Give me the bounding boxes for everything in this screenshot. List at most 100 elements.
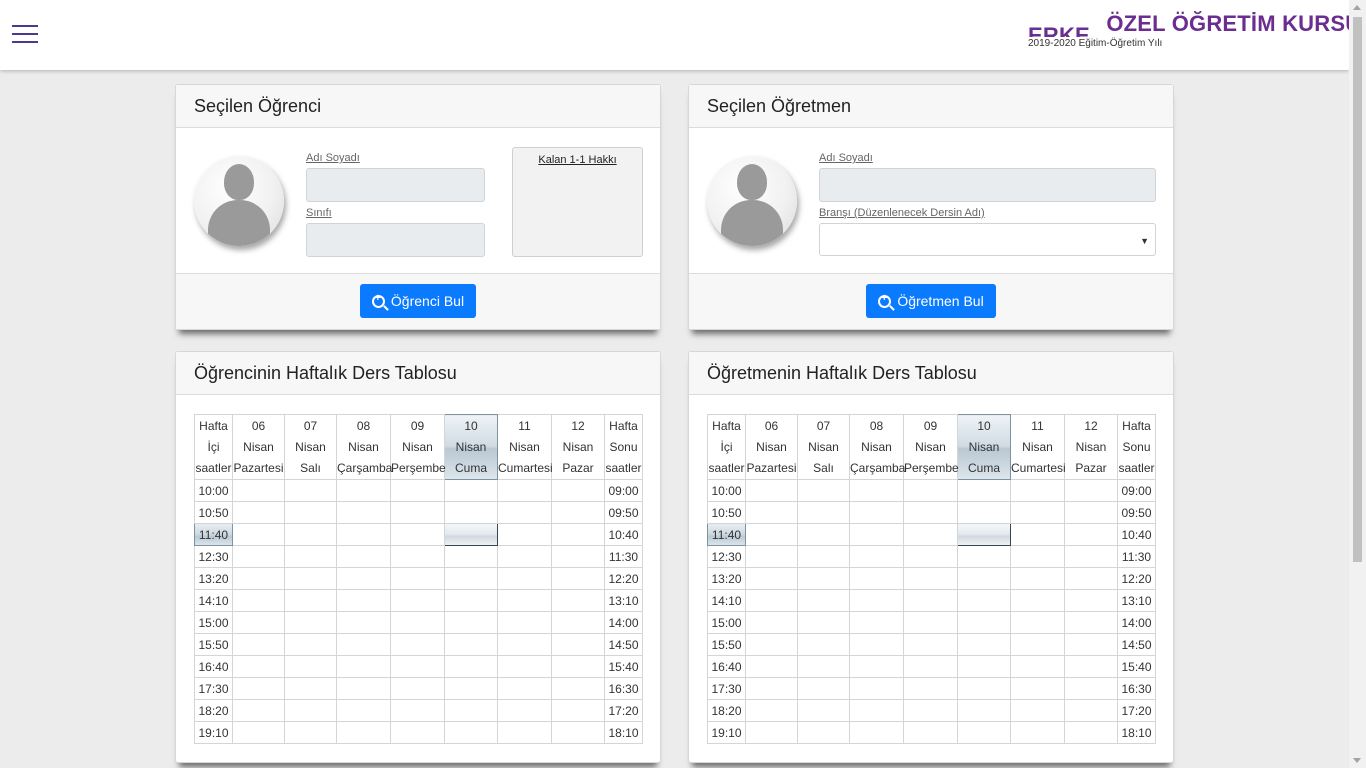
schedule-slot[interactable] bbox=[336, 721, 391, 744]
schedule-slot[interactable] bbox=[797, 611, 850, 634]
schedule-slot[interactable] bbox=[390, 545, 445, 568]
schedule-slot[interactable] bbox=[284, 721, 337, 744]
find-student-button[interactable]: Öğrenci Bul bbox=[360, 284, 476, 318]
schedule-slot[interactable] bbox=[903, 501, 958, 524]
schedule-slot[interactable] bbox=[849, 633, 904, 656]
schedule-slot[interactable] bbox=[551, 633, 605, 656]
schedule-slot[interactable] bbox=[390, 677, 445, 700]
schedule-slot[interactable] bbox=[745, 633, 798, 656]
schedule-slot[interactable] bbox=[1010, 633, 1065, 656]
schedule-slot[interactable] bbox=[1064, 545, 1118, 568]
schedule-slot[interactable] bbox=[745, 677, 798, 700]
schedule-slot[interactable] bbox=[444, 699, 498, 722]
schedule-slot[interactable] bbox=[1010, 721, 1065, 744]
schedule-slot[interactable] bbox=[336, 611, 391, 634]
schedule-slot[interactable] bbox=[1010, 479, 1065, 502]
schedule-slot[interactable] bbox=[797, 501, 850, 524]
schedule-slot[interactable] bbox=[903, 677, 958, 700]
schedule-slot[interactable] bbox=[1064, 479, 1118, 502]
schedule-slot[interactable] bbox=[957, 677, 1011, 700]
schedule-slot[interactable] bbox=[957, 699, 1011, 722]
schedule-slot[interactable] bbox=[284, 567, 337, 590]
schedule-slot[interactable] bbox=[1064, 501, 1118, 524]
schedule-slot[interactable] bbox=[1064, 611, 1118, 634]
schedule-slot[interactable] bbox=[232, 721, 285, 744]
schedule-slot[interactable] bbox=[232, 633, 285, 656]
schedule-slot[interactable] bbox=[444, 655, 498, 678]
schedule-slot[interactable] bbox=[1064, 655, 1118, 678]
schedule-slot[interactable] bbox=[745, 545, 798, 568]
schedule-slot[interactable] bbox=[551, 699, 605, 722]
schedule-slot[interactable] bbox=[745, 699, 798, 722]
page-scrollbar[interactable] bbox=[1349, 0, 1366, 768]
schedule-slot[interactable] bbox=[390, 655, 445, 678]
schedule-slot[interactable] bbox=[390, 523, 445, 546]
schedule-slot[interactable] bbox=[957, 501, 1011, 524]
schedule-slot[interactable] bbox=[284, 501, 337, 524]
schedule-slot[interactable] bbox=[551, 523, 605, 546]
schedule-slot[interactable] bbox=[551, 677, 605, 700]
schedule-slot[interactable] bbox=[444, 545, 498, 568]
schedule-slot[interactable] bbox=[797, 589, 850, 612]
menu-icon[interactable] bbox=[12, 25, 39, 45]
schedule-slot[interactable] bbox=[336, 567, 391, 590]
schedule-slot[interactable] bbox=[336, 633, 391, 656]
schedule-slot[interactable] bbox=[444, 589, 498, 612]
schedule-slot[interactable] bbox=[1064, 721, 1118, 744]
schedule-slot[interactable] bbox=[797, 677, 850, 700]
schedule-slot[interactable] bbox=[745, 589, 798, 612]
schedule-slot[interactable] bbox=[1010, 611, 1065, 634]
schedule-slot[interactable] bbox=[849, 611, 904, 634]
schedule-slot[interactable] bbox=[444, 523, 498, 546]
schedule-slot[interactable] bbox=[284, 523, 337, 546]
schedule-slot[interactable] bbox=[797, 567, 850, 590]
schedule-slot[interactable] bbox=[390, 567, 445, 590]
schedule-slot[interactable] bbox=[1064, 677, 1118, 700]
find-teacher-button[interactable]: Öğretmen Bul bbox=[866, 284, 996, 318]
schedule-slot[interactable] bbox=[336, 545, 391, 568]
scroll-up-icon[interactable] bbox=[1353, 5, 1361, 10]
schedule-slot[interactable] bbox=[390, 479, 445, 502]
schedule-slot[interactable] bbox=[232, 655, 285, 678]
schedule-slot[interactable] bbox=[849, 589, 904, 612]
schedule-slot[interactable] bbox=[284, 479, 337, 502]
schedule-slot[interactable] bbox=[797, 479, 850, 502]
schedule-slot[interactable] bbox=[903, 633, 958, 656]
schedule-slot[interactable] bbox=[232, 611, 285, 634]
schedule-slot[interactable] bbox=[497, 611, 552, 634]
schedule-slot[interactable] bbox=[284, 545, 337, 568]
schedule-slot[interactable] bbox=[444, 479, 498, 502]
schedule-slot[interactable] bbox=[390, 633, 445, 656]
schedule-slot[interactable] bbox=[551, 655, 605, 678]
schedule-slot[interactable] bbox=[284, 699, 337, 722]
schedule-slot[interactable] bbox=[232, 523, 285, 546]
schedule-slot[interactable] bbox=[497, 721, 552, 744]
schedule-slot[interactable] bbox=[1064, 633, 1118, 656]
schedule-slot[interactable] bbox=[849, 523, 904, 546]
schedule-slot[interactable] bbox=[497, 501, 552, 524]
schedule-slot[interactable] bbox=[551, 501, 605, 524]
schedule-slot[interactable] bbox=[232, 567, 285, 590]
schedule-slot[interactable] bbox=[1010, 677, 1065, 700]
schedule-slot[interactable] bbox=[551, 611, 605, 634]
schedule-slot[interactable] bbox=[903, 545, 958, 568]
schedule-slot[interactable] bbox=[957, 479, 1011, 502]
schedule-slot[interactable] bbox=[1010, 545, 1065, 568]
schedule-slot[interactable] bbox=[551, 589, 605, 612]
schedule-slot[interactable] bbox=[797, 633, 850, 656]
schedule-slot[interactable] bbox=[797, 655, 850, 678]
schedule-slot[interactable] bbox=[497, 699, 552, 722]
scroll-down-icon[interactable] bbox=[1353, 758, 1361, 763]
schedule-slot[interactable] bbox=[1064, 699, 1118, 722]
schedule-slot[interactable] bbox=[797, 545, 850, 568]
schedule-slot[interactable] bbox=[1010, 501, 1065, 524]
schedule-slot[interactable] bbox=[903, 699, 958, 722]
schedule-slot[interactable] bbox=[232, 677, 285, 700]
schedule-slot[interactable] bbox=[551, 545, 605, 568]
schedule-slot[interactable] bbox=[497, 545, 552, 568]
schedule-slot[interactable] bbox=[903, 655, 958, 678]
schedule-slot[interactable] bbox=[232, 699, 285, 722]
schedule-slot[interactable] bbox=[903, 523, 958, 546]
schedule-slot[interactable] bbox=[444, 721, 498, 744]
schedule-slot[interactable] bbox=[232, 589, 285, 612]
